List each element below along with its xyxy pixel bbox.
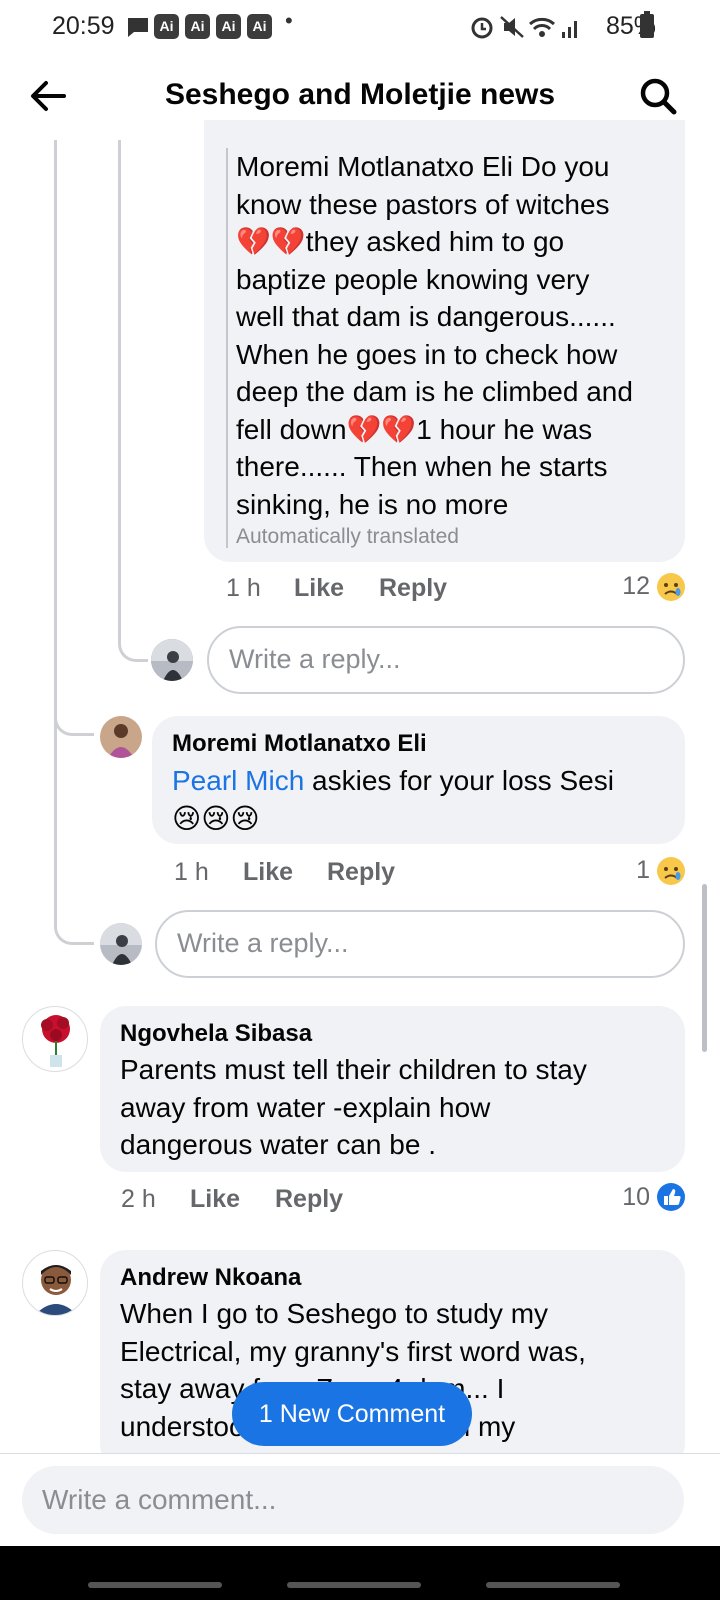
comment-text: Pearl Mich askies for your loss Sesi 😢😢😢: [172, 762, 672, 837]
status-icons: [471, 16, 577, 39]
status-bar: 20:59 Ai Ai Ai Ai • 85%: [0, 0, 720, 54]
page-title: Seshego and Moletjie news: [164, 78, 556, 111]
reply-button[interactable]: Reply: [275, 1185, 343, 1214]
comment-placeholder: Write a comment...: [42, 1484, 277, 1515]
nav-back-button[interactable]: [486, 1582, 620, 1588]
mention-link[interactable]: Pearl Mich: [172, 765, 304, 796]
roses-avatar-icon: [41, 1015, 70, 1067]
comment-author[interactable]: Ngovhela Sibasa: [120, 1020, 312, 1048]
nav-home-button[interactable]: [287, 1582, 421, 1588]
reaction-count[interactable]: 12: [600, 572, 650, 601]
comment-line: baptize people knowing very: [236, 263, 590, 295]
comment-time: 1 h: [174, 858, 209, 886]
comment-text: Parents must tell their children to stay…: [120, 1051, 680, 1164]
reply-placeholder: Write a reply...: [177, 928, 349, 958]
thread-connector: [118, 620, 148, 662]
cartoon-avatar-icon: [35, 1265, 77, 1315]
user-avatar-icon: [100, 923, 142, 965]
comment-line: there...... Then when he starts: [236, 451, 608, 482]
comment-line: away from water -explain how: [120, 1091, 491, 1123]
comment-line: well that dam is dangerous......: [236, 301, 616, 332]
avatar[interactable]: [100, 923, 142, 965]
alarm-icon: [471, 17, 493, 39]
comment-time: 1 h: [226, 574, 261, 602]
comment-text-body: askies for your loss Sesi: [304, 765, 614, 796]
comment-line: Parents must tell their children to stay: [120, 1054, 587, 1085]
reply-placeholder: Write a reply...: [229, 644, 401, 674]
sad-emoji-icon[interactable]: [656, 572, 686, 602]
message-icon: [128, 18, 148, 37]
comment-bubble[interactable]: Moremi Motlanatxo Eli Pearl Mich askies …: [152, 716, 685, 844]
back-button[interactable]: [26, 74, 70, 118]
avatar[interactable]: [100, 716, 142, 758]
reply-button[interactable]: Reply: [327, 858, 395, 887]
ai-badge-icon: Ai: [154, 14, 179, 39]
user-avatar-icon: [151, 639, 193, 681]
new-comment-button[interactable]: 1 New Comment: [232, 1382, 472, 1446]
comment-line: 💔💔they asked him to go: [236, 226, 565, 257]
system-nav-bar: [0, 1546, 720, 1600]
reaction-count[interactable]: 1: [600, 856, 650, 885]
comment-line: dangerous water can be .: [120, 1129, 436, 1160]
like-thumb-icon[interactable]: [656, 1182, 686, 1212]
comment-line: When I go to Seshego to study my: [120, 1298, 549, 1329]
avatar[interactable]: [22, 1250, 88, 1316]
thread-connector: [54, 900, 94, 945]
comment-author[interactable]: Moremi Motlanatxo Eli: [172, 730, 427, 758]
comment-bubble[interactable]: Ngovhela Sibasa Parents must tell their …: [100, 1006, 685, 1172]
like-button[interactable]: Like: [294, 574, 344, 603]
like-button[interactable]: Like: [243, 858, 293, 887]
like-button[interactable]: Like: [190, 1185, 240, 1214]
comment-line: fell down💔💔1 hour he was: [236, 413, 593, 445]
comment-author[interactable]: Andrew Nkoana: [120, 1264, 301, 1292]
comment-line: Moremi Motlanatxo Eli Do you: [236, 151, 610, 182]
comment-time: 2 h: [121, 1185, 156, 1213]
comment-line: sinking, he is no more: [236, 488, 509, 520]
comment-text: Moremi Motlanatxo Eli Do you know these …: [236, 148, 681, 523]
status-time: 20:59: [52, 12, 115, 40]
ai-badge-icon: Ai: [185, 14, 210, 39]
thread-line: [118, 140, 121, 640]
reaction-count[interactable]: 10: [600, 1183, 650, 1212]
signal-icon: [562, 21, 577, 38]
mute-icon: [500, 16, 524, 38]
comment-line: Electrical, my granny's first word was,: [120, 1335, 586, 1367]
user-avatar-icon: [100, 716, 142, 758]
more-notifications-icon: •: [285, 8, 293, 33]
reply-input[interactable]: Write a reply...: [207, 626, 685, 694]
thread-line: [54, 140, 57, 920]
comment-line: deep the dam is he climbed and: [236, 376, 633, 407]
thread-connector: [54, 700, 94, 736]
nav-recents-button[interactable]: [88, 1582, 222, 1588]
scrollbar[interactable]: [702, 884, 707, 1052]
ai-badge-icon: Ai: [247, 14, 272, 39]
quote-bar: [226, 148, 228, 548]
search-icon: [640, 78, 677, 115]
comment-bubble[interactable]: Moremi Motlanatxo Eli Do you know these …: [204, 120, 685, 562]
arrow-left-icon: [31, 81, 66, 111]
battery-icon: [640, 11, 654, 38]
reply-input[interactable]: Write a reply...: [155, 910, 685, 978]
comment-line: know these pastors of witches: [236, 188, 610, 220]
reply-button[interactable]: Reply: [379, 574, 447, 603]
wifi-icon: [529, 17, 555, 37]
search-button[interactable]: [636, 74, 680, 118]
comment-composer: Write a comment...: [0, 1453, 720, 1546]
avatar[interactable]: [22, 1006, 88, 1072]
emoji-line: 😢😢😢: [172, 802, 260, 834]
comment-input[interactable]: Write a comment...: [22, 1466, 684, 1534]
translation-note[interactable]: Automatically translated: [236, 525, 459, 549]
sad-emoji-icon[interactable]: [656, 856, 686, 886]
avatar[interactable]: [151, 639, 193, 681]
comment-line: When he goes in to check how: [236, 338, 618, 370]
ai-badge-icon: Ai: [216, 14, 241, 39]
